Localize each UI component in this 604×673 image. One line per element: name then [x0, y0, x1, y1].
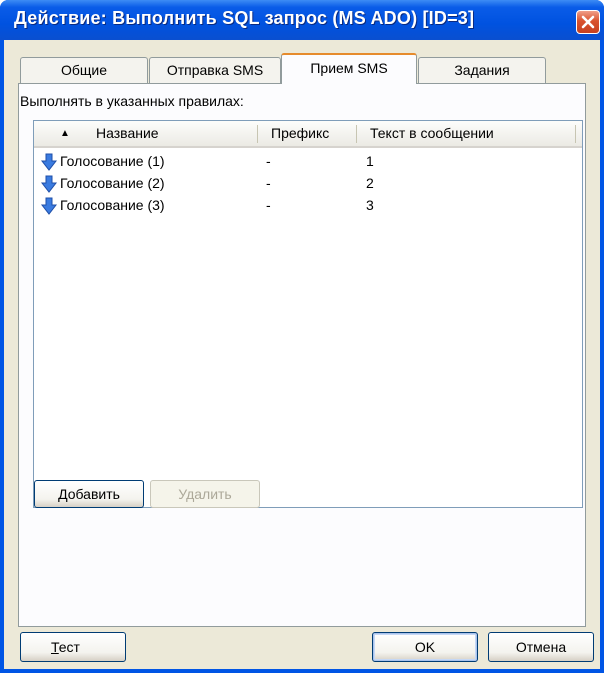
tab-general[interactable]: Общие	[20, 57, 148, 83]
tab-tasks-label: Задания	[454, 62, 510, 78]
ok-button[interactable]: OK	[372, 632, 478, 662]
arrow-down-icon	[40, 175, 58, 193]
column-header-name[interactable]: Название	[96, 121, 159, 146]
test-button[interactable]: Тест	[20, 632, 126, 662]
window-title: Действие: Выполнить SQL запрос (MS ADO) …	[14, 8, 475, 28]
list-header: ▲ Название Префикс Текст в сообщении	[34, 121, 582, 148]
column-separator[interactable]	[356, 125, 357, 143]
test-button-label: ест	[58, 639, 80, 655]
rules-label: Выполнять в указанных правилах:	[20, 93, 244, 109]
row-name: Голосование (1)	[60, 153, 165, 169]
cancel-button[interactable]: Отмена	[488, 632, 594, 662]
row-name: Голосование (2)	[60, 175, 165, 191]
list-item[interactable]: Голосование (3) - 3	[34, 195, 582, 217]
list-item[interactable]: Голосование (2) - 2	[34, 173, 582, 195]
column-header-prefix[interactable]: Префикс	[271, 121, 329, 146]
rules-list[interactable]: ▲ Название Префикс Текст в сообщении Гол…	[33, 120, 583, 508]
column-header-message-text[interactable]: Текст в сообщении	[370, 121, 494, 146]
close-icon	[581, 15, 595, 29]
tab-send-sms-label: Отправка SMS	[166, 62, 264, 78]
tab-receive-sms[interactable]: Прием SMS	[281, 53, 417, 84]
arrow-down-icon	[40, 197, 58, 215]
add-button[interactable]: Добавить	[34, 480, 144, 508]
row-message-text: 1	[366, 153, 374, 169]
arrow-down-icon	[40, 153, 58, 171]
dialog-window: Действие: Выполнить SQL запрос (MS ADO) …	[0, 0, 604, 673]
list-item[interactable]: Голосование (1) - 1	[34, 151, 582, 173]
row-message-text: 2	[366, 175, 374, 191]
tab-receive-sms-label: Прием SMS	[310, 60, 388, 76]
tab-general-label: Общие	[60, 62, 108, 78]
test-button-accelerator: Т	[51, 639, 59, 655]
close-button[interactable]	[576, 10, 600, 34]
row-name: Голосование (3)	[60, 197, 165, 213]
tab-tasks[interactable]: Задания	[418, 57, 546, 83]
column-separator[interactable]	[257, 125, 258, 143]
column-separator[interactable]	[575, 125, 576, 143]
dialog-client-area: Общие Отправка SMS Прием SMS Задания Вып…	[4, 40, 600, 669]
delete-button[interactable]: Удалить	[150, 480, 260, 508]
row-prefix: -	[266, 153, 271, 169]
row-prefix: -	[266, 175, 271, 191]
title-bar[interactable]: Действие: Выполнить SQL запрос (MS ADO) …	[0, 0, 604, 40]
row-prefix: -	[266, 197, 271, 213]
row-message-text: 3	[366, 197, 374, 213]
sort-asc-icon: ▲	[60, 128, 70, 139]
tab-send-sms[interactable]: Отправка SMS	[149, 57, 281, 83]
